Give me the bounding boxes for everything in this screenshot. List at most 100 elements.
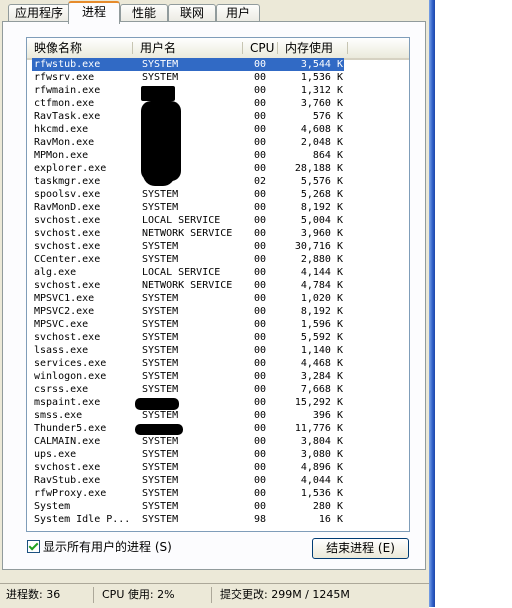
process-cpu: 00 <box>254 98 267 109</box>
process-name: RavStub.exe <box>34 475 101 486</box>
process-row[interactable]: RavMonD.exe SYSTEM 00 8,192 K <box>32 201 409 214</box>
process-rows: rfwstub.exe SYSTEM 00 3,544 K rfwsrv.exe SYST… <box>32 58 409 526</box>
process-row[interactable]: RavStub.exe SYSTEM 00 4,044 K <box>32 474 409 487</box>
process-memory: 1,536 K <box>300 488 343 499</box>
process-cpu: 00 <box>254 202 267 213</box>
end-process-button[interactable]: 结束进程 (E) <box>312 538 409 559</box>
process-cpu: 98 <box>254 514 267 525</box>
process-cpu: 00 <box>254 332 267 343</box>
process-user: SYSTEM <box>142 319 179 330</box>
process-memory: 2,880 K <box>300 254 343 265</box>
process-name: rfwmain.exe <box>34 85 101 96</box>
show-all-users-label[interactable]: 显示所有用户的进程 (S) <box>43 538 172 555</box>
tab-processes[interactable]: 进程 <box>68 1 120 24</box>
process-row[interactable]: svchost.exe SYSTEM 00 4,896 K <box>32 461 409 474</box>
show-all-users-checkbox[interactable] <box>27 540 40 553</box>
list-header: 映像名称 用户名 CPU 内存使用 <box>27 38 409 60</box>
process-cpu: 00 <box>254 410 267 421</box>
process-name: System Idle P... <box>34 514 131 525</box>
process-name: MPSVC.exe <box>34 319 89 330</box>
process-row[interactable]: winlogon.exe SYSTEM 00 3,284 K <box>32 370 409 383</box>
process-cpu: 00 <box>254 423 267 434</box>
process-memory: 280 K <box>312 501 343 512</box>
process-row[interactable]: CALMAIN.exe SYSTEM 00 3,804 K <box>32 435 409 448</box>
column-header-cpu[interactable]: CPU <box>243 38 278 58</box>
process-row[interactable]: System SYSTEM 00 280 K <box>32 500 409 513</box>
process-name: rfwsrv.exe <box>34 72 95 83</box>
process-row[interactable]: svchost.exe SYSTEM 00 30,716 K <box>32 240 409 253</box>
process-row[interactable]: csrss.exe SYSTEM 00 7,668 K <box>32 383 409 396</box>
process-list[interactable]: 映像名称 用户名 CPU 内存使用 rfwstub.exe SYSTEM 00 3,5… <box>26 37 410 532</box>
process-user: SYSTEM <box>142 501 179 512</box>
process-row[interactable]: RavTask.exe 00 576 K <box>32 110 409 123</box>
process-name: MPMon.exe <box>34 150 89 161</box>
process-row[interactable]: RavMon.exe 00 2,048 K <box>32 136 409 149</box>
process-row[interactable]: MPSVC2.exe SYSTEM 00 8,192 K <box>32 305 409 318</box>
process-row[interactable]: hkcmd.exe 00 4,608 K <box>32 123 409 136</box>
process-row[interactable]: lsass.exe SYSTEM 00 1,140 K <box>32 344 409 357</box>
process-name: mspaint.exe <box>34 397 101 408</box>
process-cpu: 00 <box>254 254 267 265</box>
process-row[interactable]: MPSVC1.exe SYSTEM 00 1,020 K <box>32 292 409 305</box>
process-cpu: 00 <box>254 345 267 356</box>
process-memory: 16 K <box>318 514 343 525</box>
process-memory: 1,312 K <box>300 85 343 96</box>
process-memory: 1,020 K <box>300 293 343 304</box>
process-row[interactable]: svchost.exe NETWORK SERVICE 00 4,784 K <box>32 279 409 292</box>
process-cpu: 02 <box>254 176 267 187</box>
process-memory: 4,468 K <box>300 358 343 369</box>
tab-performance[interactable]: 性能 <box>120 4 168 21</box>
process-cpu: 00 <box>254 267 267 278</box>
process-row[interactable]: smss.exe SYSTEM 00 396 K <box>32 409 409 422</box>
process-row[interactable]: MPSVC.exe SYSTEM 00 1,596 K <box>32 318 409 331</box>
process-memory: 1,140 K <box>300 345 343 356</box>
process-memory: 4,784 K <box>300 280 343 291</box>
process-name: ctfmon.exe <box>34 98 95 109</box>
process-user: NETWORK SERVICE <box>142 228 233 239</box>
process-row[interactable]: svchost.exe LOCAL SERVICE 00 5,004 K <box>32 214 409 227</box>
process-name: lsass.exe <box>34 345 89 356</box>
process-row[interactable]: rfwsrv.exe SYSTEM 00 1,536 K <box>32 71 409 84</box>
tab-networking[interactable]: 联网 <box>168 4 216 21</box>
column-header-user-name[interactable]: 用户名 <box>133 38 243 58</box>
process-row[interactable]: spoolsv.exe SYSTEM 00 5,268 K <box>32 188 409 201</box>
process-row[interactable]: Thunder5.exe 00 11,776 K <box>32 422 409 435</box>
process-name: svchost.exe <box>34 241 101 252</box>
column-header-image-name[interactable]: 映像名称 <box>27 38 133 58</box>
process-row[interactable]: alg.exe LOCAL SERVICE 00 4,144 K <box>32 266 409 279</box>
process-memory: 3,284 K <box>300 371 343 382</box>
process-row[interactable]: svchost.exe SYSTEM 00 5,592 K <box>32 331 409 344</box>
process-row[interactable]: explorer.exe 00 28,188 K <box>32 162 409 175</box>
process-user: SYSTEM <box>142 462 179 473</box>
column-header-memory[interactable]: 内存使用 <box>278 38 348 58</box>
process-user: LOCAL SERVICE <box>142 215 221 226</box>
process-row[interactable]: rfwProxy.exe SYSTEM 00 1,536 K <box>32 487 409 500</box>
process-row[interactable]: ctfmon.exe 00 3,760 K <box>32 97 409 110</box>
process-name: smss.exe <box>34 410 83 421</box>
process-row[interactable]: MPMon.exe 00 864 K <box>32 149 409 162</box>
process-user: SYSTEM <box>142 475 179 486</box>
tab-users[interactable]: 用户 <box>216 4 260 21</box>
process-row[interactable]: taskmgr.exe 02 5,576 K <box>32 175 409 188</box>
process-user: SYSTEM <box>142 410 179 421</box>
process-row[interactable]: System Idle P... SYSTEM 98 16 K <box>32 513 409 526</box>
process-name: svchost.exe <box>34 228 101 239</box>
process-row[interactable]: rfwstub.exe SYSTEM 00 3,544 K <box>32 58 409 71</box>
process-row[interactable]: ups.exe SYSTEM 00 3,080 K <box>32 448 409 461</box>
process-row[interactable]: services.exe SYSTEM 00 4,468 K <box>32 357 409 370</box>
process-name: taskmgr.exe <box>34 176 101 187</box>
process-user: SYSTEM <box>142 332 179 343</box>
tab-applications[interactable]: 应用程序 <box>8 4 70 21</box>
process-cpu: 00 <box>254 319 267 330</box>
process-name: CCenter.exe <box>34 254 101 265</box>
process-row[interactable]: rfwmain.exe 00 1,312 K <box>32 84 409 97</box>
process-memory: 864 K <box>312 150 343 161</box>
process-memory: 5,592 K <box>300 332 343 343</box>
process-row[interactable]: mspaint.exe 00 15,292 K <box>32 396 409 409</box>
process-cpu: 00 <box>254 475 267 486</box>
process-user: SYSTEM <box>142 514 179 525</box>
process-memory: 8,192 K <box>300 306 343 317</box>
process-row[interactable]: svchost.exe NETWORK SERVICE 00 3,960 K <box>32 227 409 240</box>
process-row[interactable]: CCenter.exe SYSTEM 00 2,880 K <box>32 253 409 266</box>
process-memory: 8,192 K <box>300 202 343 213</box>
